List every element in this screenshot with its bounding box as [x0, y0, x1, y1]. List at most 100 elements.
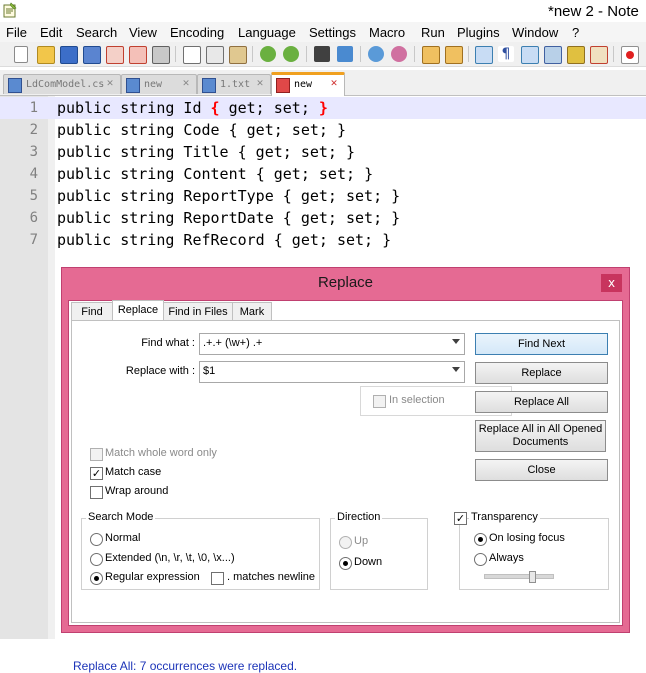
- replace-button[interactable]: Replace: [475, 362, 608, 384]
- code-line[interactable]: 7 public string RefRecord { get; set; }: [0, 229, 646, 251]
- save-all-icon[interactable]: [83, 46, 101, 64]
- zoom-out-icon[interactable]: [391, 46, 407, 62]
- wrap-around-checkbox[interactable]: [90, 486, 103, 499]
- menu-help[interactable]: ?: [572, 25, 579, 40]
- line-number: 1: [29, 100, 38, 116]
- transparency-label: Transparency: [469, 511, 540, 523]
- tab-close-icon[interactable]: ✕: [180, 79, 192, 90]
- copy-icon[interactable]: [206, 46, 224, 64]
- document-tab-new-2[interactable]: new ✕: [271, 72, 345, 97]
- always-radio[interactable]: [474, 553, 487, 566]
- tab-label: 1.txt: [220, 79, 251, 90]
- find-what-input[interactable]: .+.+ (\w+) .+: [199, 333, 465, 355]
- code-line[interactable]: 3 public string Title { get; set; }: [0, 141, 646, 163]
- chevron-down-icon[interactable]: [452, 339, 460, 344]
- saved-file-icon: [202, 78, 216, 93]
- matches-newline-checkbox[interactable]: [211, 572, 224, 585]
- function-list-icon[interactable]: [567, 46, 585, 64]
- new-file-icon[interactable]: [14, 46, 28, 63]
- document-tab-ldcommodel[interactable]: LdComModel.cs ✕: [3, 74, 121, 94]
- find-icon[interactable]: [314, 46, 330, 62]
- menu-file[interactable]: File: [6, 25, 27, 40]
- show-all-chars-icon[interactable]: ¶: [498, 46, 514, 62]
- toolbar-separator: [468, 46, 469, 62]
- code-line[interactable]: 1 public string Id { get; set; }: [0, 97, 646, 119]
- print-icon[interactable]: [152, 46, 170, 64]
- replace-with-input[interactable]: $1: [199, 361, 465, 383]
- line-number: 4: [29, 166, 38, 182]
- code-line[interactable]: 4 public string Content { get; set; }: [0, 163, 646, 185]
- find-next-button[interactable]: Find Next: [475, 333, 608, 355]
- close-all-icon[interactable]: [129, 46, 147, 64]
- menu-view[interactable]: View: [129, 25, 157, 40]
- replace-icon[interactable]: [337, 46, 353, 62]
- menu-window[interactable]: Window: [512, 25, 558, 40]
- zoom-in-icon[interactable]: [368, 46, 384, 62]
- tab-close-icon[interactable]: ✕: [254, 79, 266, 90]
- match-case-checkbox[interactable]: ✓: [90, 467, 103, 480]
- in-selection-label: In selection: [389, 394, 445, 406]
- dialog-title: Replace: [317, 274, 374, 291]
- code-text: public string Title { get; set; }: [57, 143, 356, 161]
- save-icon[interactable]: [60, 46, 78, 64]
- paste-icon[interactable]: [229, 46, 247, 64]
- document-tab-1-txt[interactable]: 1.txt ✕: [197, 74, 271, 94]
- tab-close-icon[interactable]: ✕: [328, 79, 340, 90]
- dialog-close-button[interactable]: x: [601, 274, 622, 292]
- menu-encoding[interactable]: Encoding: [170, 25, 224, 40]
- folder-workspace-icon[interactable]: [590, 46, 608, 64]
- indent-guide-icon[interactable]: [521, 46, 539, 64]
- extended-radio[interactable]: [90, 553, 103, 566]
- replace-all-button[interactable]: Replace All: [475, 391, 608, 413]
- find-what-label: Find what :: [141, 337, 195, 349]
- menu-plugins[interactable]: Plugins: [457, 25, 500, 40]
- normal-label: Normal: [105, 532, 141, 544]
- match-whole-word-checkbox[interactable]: [90, 448, 103, 461]
- transparency-group: ✓ Transparency On losing focus Always: [454, 511, 609, 590]
- tab-find[interactable]: Find: [71, 302, 113, 322]
- menu-search[interactable]: Search: [76, 25, 117, 40]
- line-number: 6: [29, 210, 38, 226]
- down-radio[interactable]: [339, 557, 352, 570]
- code-line[interactable]: 6 public string ReportDate { get; set; }: [0, 207, 646, 229]
- up-radio[interactable]: [339, 536, 352, 549]
- open-file-icon[interactable]: [37, 46, 55, 64]
- close-button[interactable]: Close: [475, 459, 608, 481]
- menu-settings[interactable]: Settings: [309, 25, 356, 40]
- close-icon[interactable]: [106, 46, 124, 64]
- menu-run[interactable]: Run: [421, 25, 445, 40]
- window-title: *new 2 - Note: [548, 3, 639, 20]
- regex-label: Regular expression: [105, 571, 200, 583]
- code-line[interactable]: 2 public string Code { get; set; }: [0, 119, 646, 141]
- document-tab-new-1[interactable]: new ✕: [121, 74, 197, 94]
- regex-radio[interactable]: [90, 572, 103, 585]
- in-selection-checkbox[interactable]: [373, 395, 386, 408]
- menu-macro[interactable]: Macro: [369, 25, 405, 40]
- redo-icon[interactable]: [283, 46, 299, 62]
- slider-thumb[interactable]: [529, 571, 536, 583]
- menu-edit[interactable]: Edit: [40, 25, 62, 40]
- sync-vertical-icon[interactable]: [422, 46, 440, 64]
- tab-close-icon[interactable]: ✕: [104, 79, 116, 90]
- replace-dialog: Replace x Find Replace Find in Files Mar…: [61, 267, 630, 673]
- match-case-label: Match case: [105, 466, 162, 478]
- doc-map-icon[interactable]: [544, 46, 562, 64]
- menu-language[interactable]: Language: [238, 25, 296, 40]
- chevron-down-icon[interactable]: [452, 367, 460, 372]
- undo-icon[interactable]: [260, 46, 276, 62]
- unsaved-file-icon: [276, 78, 290, 93]
- replace-all-opened-button[interactable]: Replace All in All Opened Documents: [475, 420, 606, 452]
- word-wrap-icon[interactable]: [475, 46, 493, 64]
- tab-mark[interactable]: Mark: [232, 302, 272, 322]
- saved-file-icon: [8, 78, 22, 93]
- transparency-slider[interactable]: [484, 571, 554, 583]
- on-losing-focus-radio[interactable]: [474, 533, 487, 546]
- code-line[interactable]: 5 public string ReportType { get; set; }: [0, 185, 646, 207]
- sync-horizontal-icon[interactable]: [445, 46, 463, 64]
- tab-find-in-files[interactable]: Find in Files: [163, 302, 233, 322]
- normal-radio[interactable]: [90, 533, 103, 546]
- toolbar-separator: [360, 46, 361, 62]
- transparency-checkbox[interactable]: ✓: [454, 512, 467, 525]
- record-macro-icon[interactable]: [621, 46, 639, 64]
- cut-icon[interactable]: [183, 46, 201, 64]
